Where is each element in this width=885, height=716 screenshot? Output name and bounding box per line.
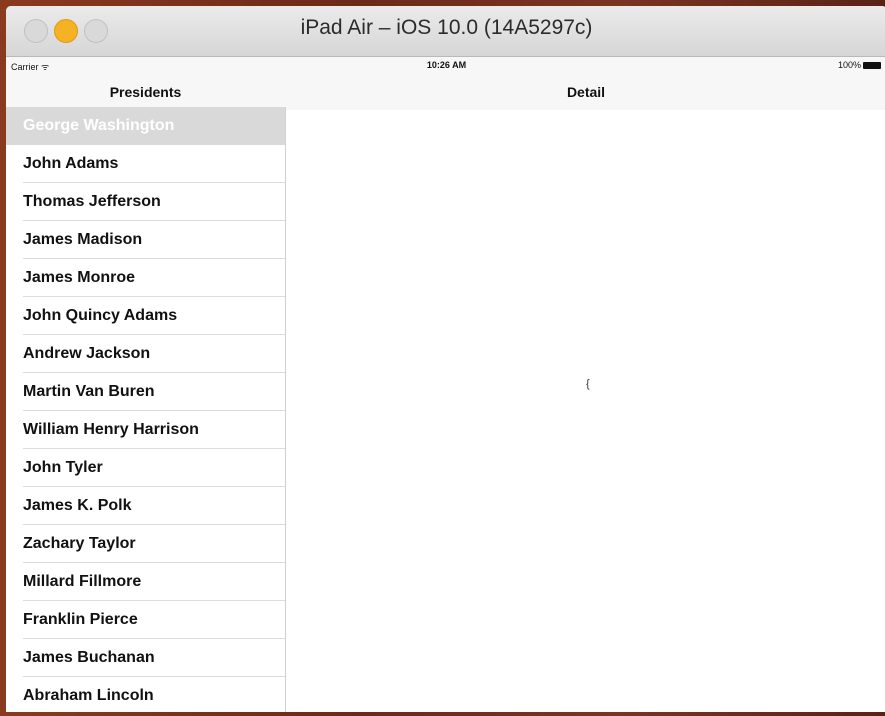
list-item[interactable]: John Tyler	[6, 449, 285, 487]
presidents-list[interactable]: George Washington John Adams Thomas Jeffer…	[6, 107, 286, 712]
window-title: iPad Air – iOS 10.0 (14A5297c)	[300, 16, 593, 39]
list-item[interactable]: Martin Van Buren	[6, 373, 285, 411]
battery-indicator: 100%	[838, 60, 881, 70]
list-item[interactable]: James Monroe	[6, 259, 285, 297]
navigation-bar: Presidents Detail	[6, 74, 885, 110]
list-item[interactable]: James Buchanan	[6, 639, 285, 677]
list-item[interactable]: Zachary Taylor	[6, 525, 285, 563]
list-item[interactable]: John Adams	[6, 145, 285, 183]
detail-pane: {	[286, 110, 885, 712]
list-item[interactable]: William Henry Harrison	[6, 411, 285, 449]
status-time: 10:26 AM	[426, 60, 467, 70]
title-bar[interactable]: iPad Air – iOS 10.0 (14A5297c)	[6, 6, 885, 57]
detail-text: {	[586, 378, 590, 390]
master-title: Presidents	[109, 84, 182, 100]
list-item[interactable]: George Washington	[6, 107, 285, 145]
list-item[interactable]: Thomas Jefferson	[6, 183, 285, 221]
battery-icon	[863, 61, 881, 69]
list-item[interactable]: Franklin Pierce	[6, 601, 285, 639]
simulator-window: iPad Air – iOS 10.0 (14A5297c) Carrier ᯤ…	[6, 6, 885, 712]
battery-percent: 100%	[837, 60, 861, 70]
ios-status-bar: Carrier ᯤ 10:26 AM 100%	[6, 57, 885, 74]
detail-title: Detail	[566, 84, 606, 100]
list-item[interactable]: James K. Polk	[6, 487, 285, 525]
list-item[interactable]: John Quincy Adams	[6, 297, 285, 335]
list-item[interactable]: Millard Fillmore	[6, 563, 285, 601]
list-item[interactable]: Andrew Jackson	[6, 335, 285, 373]
list-item[interactable]: Abraham Lincoln	[6, 677, 285, 712]
list-item[interactable]: James Madison	[6, 221, 285, 259]
